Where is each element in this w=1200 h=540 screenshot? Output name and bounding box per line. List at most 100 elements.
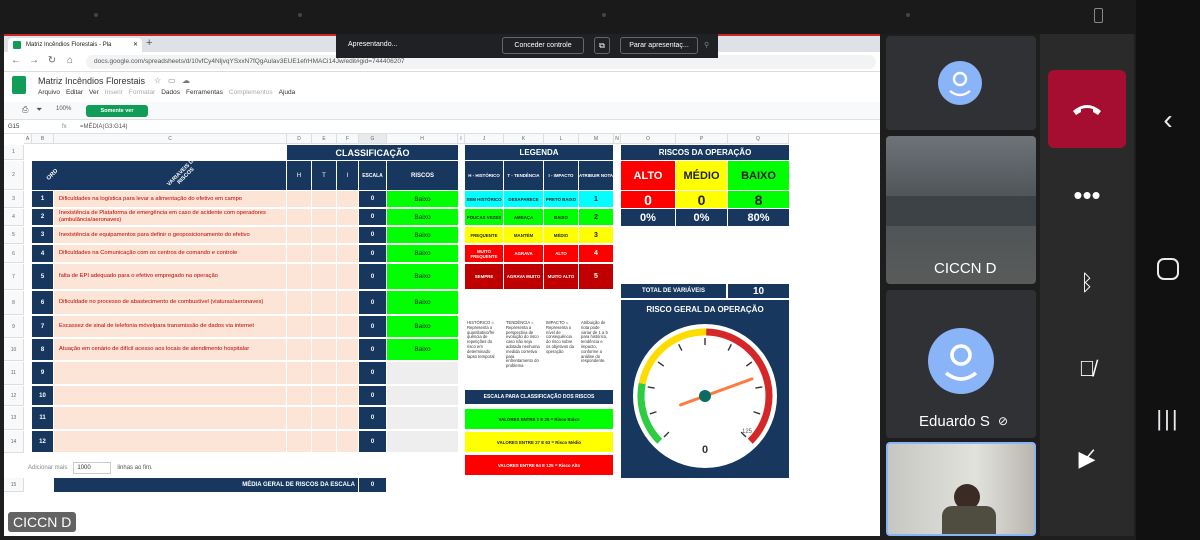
menu-item-4[interactable]: Formatar — [129, 89, 155, 96]
column-header[interactable]: A — [24, 134, 32, 144]
screen-share-icon[interactable]: ⧉ — [594, 37, 610, 54]
cell-reference[interactable]: G15 — [8, 120, 19, 134]
escala-cell[interactable]: 0 — [359, 209, 386, 225]
risk-description-cell[interactable]: Inexistência de Plataforma de emergência… — [54, 209, 286, 225]
hti-cell[interactable] — [337, 386, 358, 405]
column-header[interactable]: I — [458, 134, 465, 144]
row-header[interactable]: 6 — [4, 245, 24, 263]
escala-cell[interactable]: 0 — [359, 264, 386, 289]
risk-level-percent[interactable]: 0% — [676, 209, 727, 226]
hti-cell[interactable] — [287, 191, 311, 207]
risk-description-cell[interactable] — [54, 407, 286, 429]
hti-cell[interactable] — [312, 191, 336, 207]
add-more-button[interactable]: Adicionar mais — [28, 465, 67, 471]
row-header[interactable]: 9 — [4, 316, 24, 338]
pin-icon[interactable]: ⚲ — [704, 41, 709, 49]
column-header[interactable]: F — [337, 134, 359, 144]
row-header[interactable]: 3 — [4, 191, 24, 208]
ord-cell[interactable]: 5 — [32, 264, 53, 289]
hti-cell[interactable] — [337, 264, 358, 289]
risk-description-cell[interactable] — [54, 362, 286, 384]
menu-item-7[interactable]: Complementos — [229, 89, 273, 96]
ord-cell[interactable]: 12 — [32, 431, 53, 452]
risco-cell[interactable]: Baixo — [387, 291, 458, 314]
hti-cell[interactable] — [287, 386, 311, 405]
grant-control-button[interactable]: Conceder controle — [502, 37, 584, 54]
risco-cell[interactable]: Baixo — [387, 191, 458, 207]
menu-item-6[interactable]: Ferramentas — [186, 89, 223, 96]
browser-tab[interactable]: Matriz Incêndios Florestais - Pla ✕ — [8, 38, 142, 52]
mic-off-icon[interactable]: 🎙̸ — [1040, 356, 1134, 382]
hti-cell[interactable] — [287, 316, 311, 337]
row-header[interactable]: 10 — [4, 339, 24, 361]
risco-cell[interactable]: Baixo — [387, 339, 458, 360]
risco-cell[interactable]: Baixo — [387, 209, 458, 225]
hti-cell[interactable] — [312, 386, 336, 405]
hti-cell[interactable] — [337, 291, 358, 314]
risk-description-cell[interactable]: Atuação em cenário de difícil acesso aos… — [54, 339, 286, 360]
folder-icon[interactable]: ▭ — [168, 76, 176, 85]
hti-cell[interactable] — [312, 431, 336, 452]
ord-cell[interactable]: 2 — [32, 209, 53, 225]
cloud-icon[interactable]: ☁ — [182, 76, 190, 85]
hti-cell[interactable] — [287, 209, 311, 225]
escala-cell[interactable]: 0 — [359, 316, 386, 337]
hti-cell[interactable] — [287, 431, 311, 452]
row-header[interactable]: 14 — [4, 431, 24, 453]
row-header[interactable]: 2 — [4, 161, 24, 190]
risco-cell[interactable] — [387, 431, 458, 452]
escala-cell[interactable]: 0 — [359, 362, 386, 384]
escala-cell[interactable]: 0 — [359, 291, 386, 314]
risco-cell[interactable]: Baixo — [387, 245, 458, 262]
risk-level-count[interactable]: 8 — [728, 191, 789, 208]
view-only-button[interactable]: Somente ver — [86, 105, 148, 117]
escala-cell[interactable]: 0 — [359, 386, 386, 405]
row-header[interactable]: 11 — [4, 362, 24, 385]
risk-description-cell[interactable]: Dificuldades na Comunicação com os centr… — [54, 245, 286, 262]
menu-item-0[interactable]: Arquivo — [38, 89, 60, 96]
participant-tile-self[interactable] — [886, 36, 1036, 130]
menu-item-8[interactable]: Ajuda — [279, 89, 296, 96]
menu-item-5[interactable]: Dados — [161, 89, 180, 96]
hti-cell[interactable] — [287, 245, 311, 262]
menu-item-2[interactable]: Ver — [89, 89, 99, 96]
hti-cell[interactable] — [337, 339, 358, 360]
risco-cell[interactable] — [387, 386, 458, 405]
escala-cell[interactable]: 0 — [359, 245, 386, 262]
row-header[interactable]: 15 — [4, 478, 24, 492]
hang-up-button[interactable] — [1048, 70, 1126, 148]
hti-cell[interactable] — [312, 362, 336, 384]
bluetooth-icon[interactable]: ᛒ — [1040, 270, 1134, 296]
risco-cell[interactable]: Baixo — [387, 316, 458, 337]
column-header[interactable]: D — [287, 134, 312, 144]
hti-cell[interactable] — [337, 245, 358, 262]
risco-cell[interactable]: Baixo — [387, 227, 458, 243]
forward-arrow-icon[interactable]: → — [28, 55, 40, 66]
hti-cell[interactable] — [337, 316, 358, 337]
row-header[interactable]: 12 — [4, 386, 24, 406]
hti-cell[interactable] — [337, 227, 358, 243]
row-header[interactable]: 8 — [4, 291, 24, 315]
sheets-logo-icon[interactable] — [12, 76, 26, 94]
risk-description-cell[interactable]: Dificuldades na logística para levar a a… — [54, 191, 286, 207]
new-tab-button[interactable]: + — [146, 37, 152, 49]
column-header[interactable]: J — [465, 134, 504, 144]
menu-item-3[interactable]: Inserir — [105, 89, 123, 96]
column-header[interactable]: M — [579, 134, 614, 144]
row-header[interactable]: 1 — [4, 145, 24, 160]
column-header[interactable]: K — [504, 134, 544, 144]
media-geral-value[interactable]: 0 — [359, 478, 386, 492]
hti-cell[interactable] — [337, 431, 358, 452]
camera-off-icon[interactable]: ▶̸ — [1040, 446, 1134, 472]
row-header[interactable]: 5 — [4, 227, 24, 244]
ord-cell[interactable]: 9 — [32, 362, 53, 384]
close-icon[interactable]: ✕ — [133, 38, 138, 52]
participant-tile-camera[interactable] — [886, 442, 1036, 536]
hti-cell[interactable] — [287, 362, 311, 384]
add-rows-input[interactable]: 1000 — [73, 462, 112, 474]
column-header[interactable]: P — [676, 134, 728, 144]
column-header[interactable]: G — [359, 134, 387, 144]
escala-cell[interactable]: 0 — [359, 191, 386, 207]
ord-cell[interactable]: 3 — [32, 227, 53, 243]
formula-input[interactable]: =MÉDIA(G3:G14) — [80, 120, 128, 134]
